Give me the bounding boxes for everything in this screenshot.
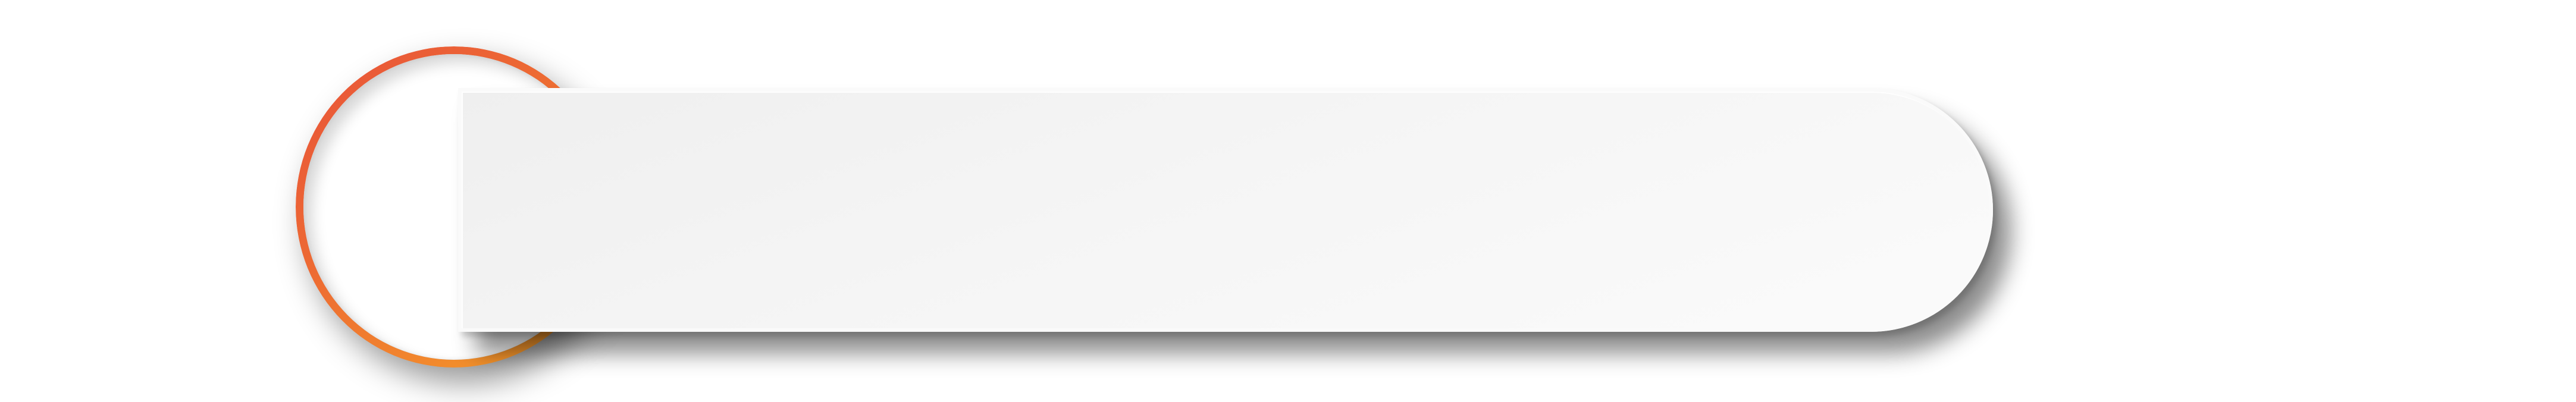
banner-label — [533, 92, 1842, 328]
ring-banner-graphic — [0, 0, 2576, 402]
pill-banner — [458, 88, 1993, 332]
